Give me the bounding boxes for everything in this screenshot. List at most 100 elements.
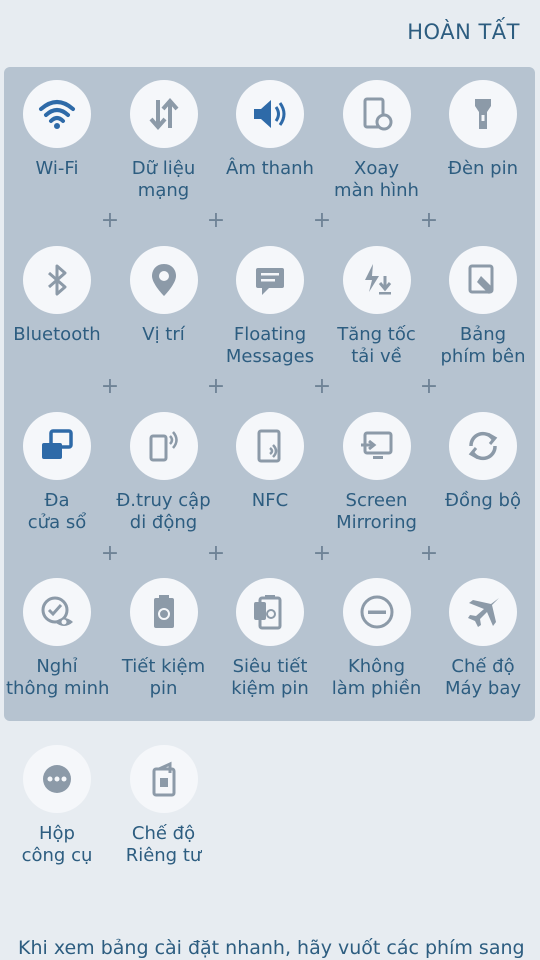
power-saving-icon	[129, 578, 198, 646]
tile-label-line1: Bảng	[459, 324, 507, 345]
tile-label-line1: Screen	[345, 490, 408, 511]
quick-tile-multi-window[interactable]: Đa cửa sổ	[4, 400, 110, 560]
quick-tile-screen-mirroring[interactable]: Screen Mirroring	[324, 400, 430, 560]
smart-stay-icon	[23, 578, 91, 646]
tile-label: Tăng tốc tải về	[324, 324, 430, 368]
tile-label-line2: mạng	[137, 180, 190, 201]
mobile-data-icon	[129, 80, 198, 148]
done-button[interactable]: HOÀN TẤT	[407, 20, 520, 44]
quick-tile-side-keyboard[interactable]: Bảng phím bên	[430, 234, 536, 394]
screen-mirroring-icon	[342, 412, 411, 480]
quick-tile-bluetooth[interactable]: Bluetooth	[4, 234, 110, 394]
tile-label-line2: phím bên	[440, 346, 526, 367]
tile-label-line2: Máy bay	[444, 678, 522, 699]
tile-label-line1: Nghỉ	[36, 656, 78, 677]
tile-label-line1: Xoay	[353, 158, 400, 179]
tile-label-line1: Floating	[233, 324, 307, 345]
tile-label-line1: Tăng tốc	[337, 324, 416, 345]
quick-tile-download-booster[interactable]: Tăng tốc tải về	[324, 234, 430, 394]
quick-tile-smart-stay[interactable]: Nghỉ thông minh	[4, 566, 110, 726]
tile-label-line2: Mirroring	[336, 512, 417, 533]
quick-tile-location[interactable]: Vị trí	[111, 234, 217, 394]
tile-label-line2: Messages	[225, 346, 315, 367]
tile-label-line1: Đèn pin	[448, 158, 518, 179]
plus-separator-icon: +	[419, 208, 439, 233]
quick-tile-toolbox[interactable]: Hộp công cụ	[4, 733, 110, 893]
tile-label-line1: Chế độ	[451, 656, 515, 677]
tile-label: Siêu tiết kiệm pin	[217, 656, 323, 700]
tile-label-line2: màn hình	[334, 180, 419, 201]
tile-label: Chế độ Riêng tư	[111, 823, 217, 867]
tile-label-line1: Không	[347, 656, 406, 677]
plus-separator-icon: +	[206, 208, 226, 233]
quick-tile-mobile-hotspot[interactable]: Đ.truy cập di động	[111, 400, 217, 560]
plus-separator-icon: +	[100, 374, 120, 399]
tile-label-line2: kiệm pin	[231, 678, 309, 699]
wifi-icon	[23, 80, 91, 148]
tile-label-line1: Đồng bộ	[445, 490, 521, 511]
tile-label-line2: pin	[149, 678, 178, 699]
plus-separator-icon: +	[206, 541, 226, 566]
quick-tile-airplane-mode[interactable]: Chế độ Máy bay	[430, 566, 536, 726]
quick-tile-flashlight[interactable]: Đèn pin	[430, 68, 536, 228]
tile-label-line1: Tiết kiệm	[121, 656, 206, 677]
tile-label: Dữ liệu mạng	[111, 158, 217, 202]
volume-icon	[236, 80, 304, 148]
tile-label: Đèn pin	[430, 158, 536, 180]
plus-separator-icon: +	[419, 374, 439, 399]
tile-label: Âm thanh	[217, 158, 323, 180]
quick-tile-ultra-power-saving[interactable]: Siêu tiết kiệm pin	[217, 566, 323, 726]
plus-separator-icon: +	[100, 541, 120, 566]
quick-tile-mobile-data[interactable]: Dữ liệu mạng	[111, 68, 217, 228]
private-mode-icon	[129, 745, 198, 813]
sync-icon	[449, 412, 517, 480]
quick-tile-volume[interactable]: Âm thanh	[217, 68, 323, 228]
tile-label-line2: công cụ	[21, 845, 93, 866]
tile-label-line2: tải về	[351, 346, 402, 367]
hint-text: Khi xem bảng cài đặt nhanh, hãy vuốt các…	[18, 937, 525, 959]
quick-tile-sync[interactable]: Đồng bộ	[430, 400, 536, 560]
plus-separator-icon: +	[312, 208, 332, 233]
tile-label: Vị trí	[111, 324, 217, 346]
tile-label-line1: Đ.truy cập	[116, 490, 211, 511]
tile-label-line2: di động	[129, 512, 198, 533]
tile-label-line2: Riêng tư	[125, 845, 202, 866]
tile-label-line1: Chế độ	[131, 823, 196, 844]
flashlight-icon	[449, 80, 517, 148]
tile-label: NFC	[217, 490, 323, 512]
quick-tile-private-mode[interactable]: Chế độ Riêng tư	[111, 733, 217, 893]
quick-tile-floating-messages[interactable]: Floating Messages	[217, 234, 323, 394]
tile-label-line1: Đa	[44, 490, 70, 511]
quick-tile-power-saving[interactable]: Tiết kiệm pin	[111, 566, 217, 726]
tile-label-line1: Bluetooth	[13, 324, 101, 345]
ultra-power-saving-icon	[236, 578, 304, 646]
airplane-mode-icon	[449, 578, 517, 646]
tile-label: Bảng phím bên	[430, 324, 536, 368]
tile-label: Đa cửa sổ	[4, 490, 110, 534]
tile-label-line1: Âm thanh	[226, 158, 314, 179]
toolbox-icon	[23, 745, 91, 813]
download-booster-icon	[342, 246, 411, 314]
quick-tile-do-not-disturb[interactable]: Không làm phiền	[324, 566, 430, 726]
tile-label-line1: Siêu tiết	[232, 656, 308, 677]
nfc-icon	[236, 412, 304, 480]
rotate-screen-icon	[342, 80, 411, 148]
multi-window-icon	[23, 412, 91, 480]
tile-label: Đ.truy cập di động	[111, 490, 217, 534]
side-keyboard-icon	[449, 246, 517, 314]
mobile-hotspot-icon	[129, 412, 198, 480]
tile-label: Xoay màn hình	[324, 158, 430, 202]
tile-label-line1: Vị trí	[142, 324, 185, 345]
tile-label: Đồng bộ	[430, 490, 536, 512]
tile-label: Screen Mirroring	[324, 490, 430, 534]
plus-separator-icon: +	[419, 541, 439, 566]
quick-tile-wifi[interactable]: Wi-Fi	[4, 68, 110, 228]
plus-separator-icon: +	[312, 374, 332, 399]
plus-separator-icon: +	[206, 374, 226, 399]
tile-label: Chế độ Máy bay	[430, 656, 536, 700]
tile-label-line1: NFC	[251, 490, 289, 511]
tile-label: Floating Messages	[217, 324, 323, 368]
tile-label: Bluetooth	[4, 324, 110, 346]
quick-tile-nfc[interactable]: NFC	[217, 400, 323, 560]
quick-tile-rotate-screen[interactable]: Xoay màn hình	[324, 68, 430, 228]
